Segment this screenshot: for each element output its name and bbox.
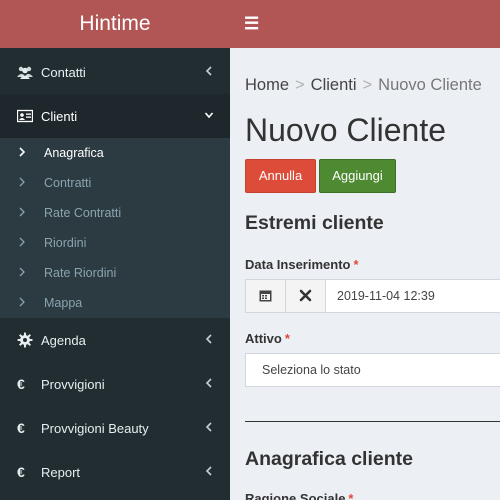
page-title: Nuovo Cliente xyxy=(245,112,446,148)
date-field-label: Data Inserimento * xyxy=(245,257,359,272)
breadcrumb-home[interactable]: Home xyxy=(245,76,289,94)
submenu-item-rate-riordini[interactable]: Rate Riordini xyxy=(0,258,230,288)
main-content: Home > Clienti > Nuovo Cliente Nuovo Cliente… xyxy=(230,48,500,500)
chevron-right-icon xyxy=(19,177,25,187)
status-select[interactable]: Seleziona lo stato xyxy=(245,353,500,387)
date-label-text: Data Inserimento xyxy=(245,257,351,272)
submenu-item-label: Rate Riordini xyxy=(44,266,117,280)
date-input-group: 2019-11-04 12:39 xyxy=(245,279,500,313)
chevron-left-icon xyxy=(205,334,212,344)
chevron-right-icon xyxy=(19,237,25,247)
sidebar-item-label: Contatti xyxy=(41,65,86,80)
clear-date-button[interactable] xyxy=(286,280,326,312)
section-divider xyxy=(245,421,500,422)
sidebar-item-label: Clienti xyxy=(41,109,78,124)
required-mark: * xyxy=(348,491,354,500)
section-title-estremi: Estremi cliente xyxy=(245,212,384,234)
section-title-anagrafica: Anagrafica cliente xyxy=(245,448,413,470)
submenu-item-rate-contratti[interactable]: Rate Contratti xyxy=(0,198,230,228)
cancel-button[interactable]: Annulla xyxy=(245,159,316,193)
id-card-icon xyxy=(17,109,33,123)
gear-icon xyxy=(17,332,33,348)
date-input[interactable]: 2019-11-04 12:39 xyxy=(326,280,435,312)
chevron-right-icon xyxy=(19,297,25,307)
chevron-left-icon xyxy=(205,422,212,432)
breadcrumb-separator: > xyxy=(295,76,305,94)
submenu-item-anagrafica[interactable]: Anagrafica xyxy=(0,138,230,168)
sidebar-item-label: Provvigioni Beauty xyxy=(41,421,149,436)
sidebar-item-label: Provvigioni xyxy=(41,377,105,392)
submenu-item-label: Riordini xyxy=(44,236,87,250)
required-mark: * xyxy=(284,331,290,346)
sidebar-item-report[interactable]: € Report xyxy=(0,450,230,494)
breadcrumb-separator: > xyxy=(362,76,373,94)
sidebar: Contatti Clienti Anagrafica Contratti Ra… xyxy=(0,48,230,500)
breadcrumb-current: Nuovo Cliente xyxy=(378,76,482,94)
required-mark: * xyxy=(353,257,359,272)
breadcrumb-clienti[interactable]: Clienti xyxy=(311,76,357,94)
add-button[interactable]: Aggiungi xyxy=(319,159,396,193)
submenu-item-riordini[interactable]: Riordini xyxy=(0,228,230,258)
active-label-text: Attivo xyxy=(245,331,282,346)
sidebar-item-clienti[interactable]: Clienti xyxy=(0,94,230,138)
chevron-left-icon xyxy=(205,378,212,388)
menu-toggle-icon[interactable]: ☰ xyxy=(244,14,259,34)
calendar-icon xyxy=(259,290,272,302)
submenu-item-mappa[interactable]: Mappa xyxy=(0,288,230,318)
chevron-left-icon xyxy=(205,66,212,76)
close-icon xyxy=(299,289,312,302)
calendar-button[interactable] xyxy=(246,280,286,312)
submenu-item-label: Anagrafica xyxy=(44,146,104,160)
business-name-label: Ragione Sociale * xyxy=(245,491,353,500)
breadcrumb: Home > Clienti > Nuovo Cliente xyxy=(245,76,482,95)
business-name-label-text: Ragione Sociale xyxy=(245,491,346,500)
sidebar-item-contatti[interactable]: Contatti xyxy=(0,50,230,94)
sidebar-item-label: Report xyxy=(41,465,81,480)
sidebar-item-agenda[interactable]: Agenda xyxy=(0,318,230,362)
clienti-submenu: Anagrafica Contratti Rate Contratti Rior… xyxy=(0,138,230,318)
chevron-left-icon xyxy=(205,466,212,476)
euro-icon: € xyxy=(17,464,25,480)
chevron-right-icon xyxy=(19,147,26,157)
chevron-right-icon xyxy=(19,267,25,277)
submenu-item-contratti[interactable]: Contratti xyxy=(0,168,230,198)
sidebar-item-label: Agenda xyxy=(41,333,86,348)
submenu-item-label: Rate Contratti xyxy=(44,206,122,220)
submenu-item-label: Contratti xyxy=(44,176,92,190)
chevron-right-icon xyxy=(19,207,25,217)
active-field-label: Attivo * xyxy=(245,331,290,346)
sidebar-item-provvigioni[interactable]: € Provvigioni xyxy=(0,362,230,406)
euro-icon: € xyxy=(17,420,25,436)
submenu-item-label: Mappa xyxy=(44,296,83,310)
euro-icon: € xyxy=(17,376,25,392)
chevron-down-icon xyxy=(204,112,214,119)
app-logo[interactable]: Hintime xyxy=(0,0,230,48)
top-bar: Hintime ☰ xyxy=(0,0,500,48)
users-icon xyxy=(17,66,33,79)
sidebar-item-provvigioni-beauty[interactable]: € Provvigioni Beauty xyxy=(0,406,230,450)
